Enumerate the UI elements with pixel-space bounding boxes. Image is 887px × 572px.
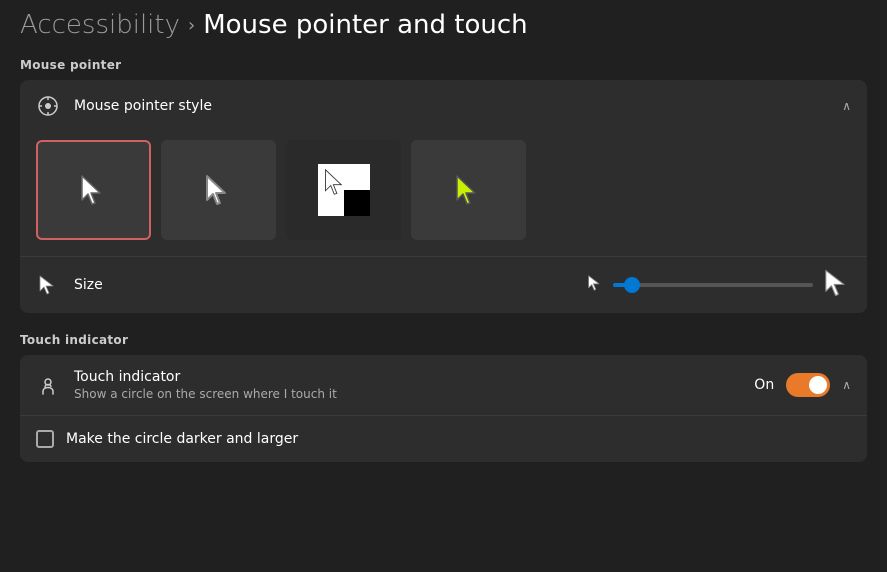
mouse-pointer-style-row[interactable]: Mouse pointer style ∧ [20,80,867,132]
touch-indicator-toggle[interactable] [786,373,830,397]
pointer-style-inverted[interactable] [286,140,401,240]
touch-indicator-toggle-thumb [809,376,827,394]
size-slider[interactable] [613,283,813,287]
size-large-cursor-icon [823,269,851,301]
touch-circle-darker-row: Make the circle darker and larger [20,415,867,462]
mouse-pointer-style-label: Mouse pointer style [74,98,842,114]
touch-indicator-icon [36,373,60,397]
touch-indicator-subtitle: Show a circle on the screen where I touc… [74,387,754,401]
size-controls [587,269,851,301]
touch-circle-darker-checkbox[interactable] [36,430,54,448]
mouse-pointer-style-icon [36,94,60,118]
pointer-style-white[interactable] [36,140,151,240]
touch-indicator-text-group: Touch indicator Show a circle on the scr… [74,369,754,401]
size-small-cursor-icon [587,275,603,295]
chevron-up-icon: ∧ [842,99,851,113]
size-label: Size [74,277,587,293]
breadcrumb-separator: › [188,15,195,36]
breadcrumb-current: Mouse pointer and touch [203,10,527,40]
touch-indicator-main-row[interactable]: Touch indicator Show a circle on the scr… [20,355,867,415]
mouse-pointer-section-label: Mouse pointer [20,58,867,72]
mouse-pointer-style-card: Mouse pointer style ∧ [20,80,867,313]
pointer-styles-grid [20,132,867,256]
breadcrumb: Accessibility › Mouse pointer and touch [20,10,867,40]
chevron-up-icon-touch: ∧ [842,378,851,392]
pointer-style-yellow[interactable] [411,140,526,240]
touch-indicator-section-label: Touch indicator [20,333,867,347]
touch-indicator-status-label: On [754,377,774,393]
size-row: Size [20,256,867,313]
touch-indicator-section: Touch indicator Touch indicator Show a c… [20,333,867,462]
size-cursor-icon [36,273,60,297]
touch-indicator-controls: On ∧ [754,373,851,397]
pointer-style-outline[interactable] [161,140,276,240]
breadcrumb-parent-link[interactable]: Accessibility [20,10,180,40]
touch-indicator-title: Touch indicator [74,369,754,385]
touch-circle-darker-label: Make the circle darker and larger [66,431,298,447]
touch-indicator-card: Touch indicator Show a circle on the scr… [20,355,867,462]
